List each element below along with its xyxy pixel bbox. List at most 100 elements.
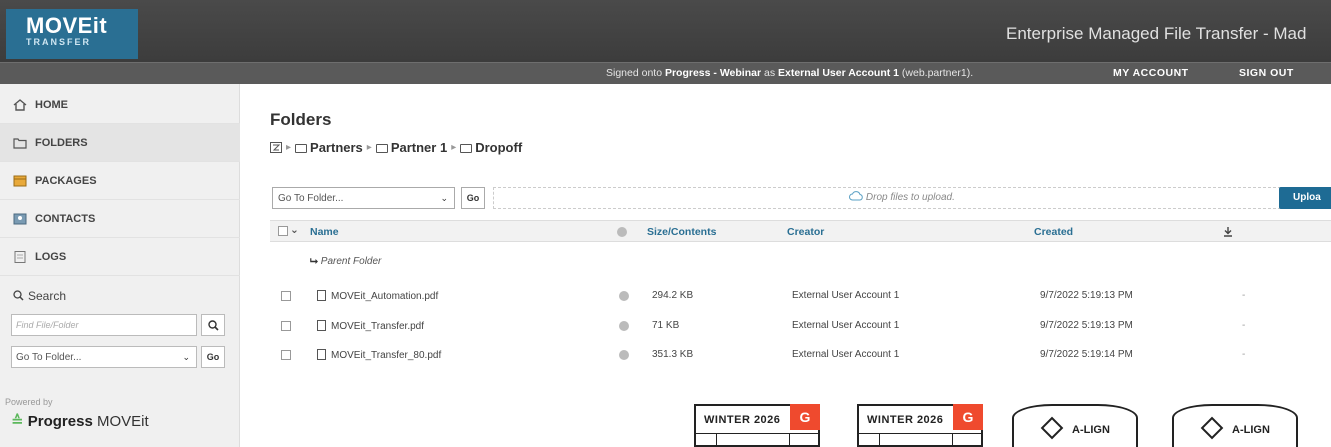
row-checkbox[interactable] bbox=[281, 350, 291, 360]
breadcrumb-separator: ▸ bbox=[366, 142, 372, 153]
file-creator[interactable]: External User Account 1 bbox=[792, 290, 899, 301]
chevron-down-icon[interactable]: ⌄ bbox=[290, 224, 299, 236]
file-name-link[interactable]: MOVEit_Transfer_80.pdf bbox=[317, 349, 441, 361]
sidebar: HOME FOLDERS PACKAGES CONTACTS LOGS Sear… bbox=[0, 84, 240, 447]
a-lign-badge: A-LIGN bbox=[1012, 404, 1138, 447]
column-creator[interactable]: Creator bbox=[787, 226, 824, 238]
row-checkbox[interactable] bbox=[281, 321, 291, 331]
file-size: 351.3 KB bbox=[652, 349, 694, 360]
parent-folder-link[interactable]: ⮡ Parent Folder bbox=[310, 256, 381, 267]
progress-moveit-logo: ≙ Progress MOVEit bbox=[11, 413, 149, 430]
logo-sub-text: TRANSFER bbox=[26, 37, 91, 47]
file-creator[interactable]: External User Account 1 bbox=[792, 320, 899, 331]
sidebar-item-packages[interactable]: PACKAGES bbox=[0, 162, 240, 200]
badge-brand: A-LIGN bbox=[1072, 424, 1110, 436]
go-button[interactable]: Go bbox=[201, 346, 225, 368]
download-count: - bbox=[1242, 320, 1246, 331]
status-column-icon bbox=[617, 227, 627, 237]
file-creator[interactable]: External User Account 1 bbox=[792, 349, 899, 360]
sidebar-item-logs[interactable]: LOGS bbox=[0, 238, 240, 276]
sidebar-item-home[interactable]: HOME bbox=[0, 86, 240, 124]
download-count: - bbox=[1242, 349, 1246, 360]
top-header: MOVEit TRANSFER Enterprise Managed File … bbox=[0, 0, 1331, 62]
column-name[interactable]: Name bbox=[310, 226, 339, 238]
g2-badge: WINTER 2026 G bbox=[694, 404, 820, 447]
breadcrumb: ▸ Partners ▸ Partner 1 ▸ Dropoff bbox=[270, 140, 522, 155]
breadcrumb-item-dropoff[interactable]: Dropoff bbox=[460, 140, 522, 155]
breadcrumb-item-partner-1[interactable]: Partner 1 bbox=[375, 140, 447, 155]
contacts-icon bbox=[13, 213, 27, 224]
goto-folder-select-main[interactable]: Go To Folder... ⌄ bbox=[272, 187, 455, 209]
badge-season: WINTER 2026 bbox=[867, 414, 944, 426]
parent-folder-row[interactable]: ⮡ Parent Folder bbox=[270, 249, 1331, 277]
file-name-link[interactable]: MOVEit_Transfer.pdf bbox=[317, 320, 424, 332]
powered-by-text: Powered by bbox=[5, 397, 53, 407]
folder-icon bbox=[375, 144, 388, 154]
breadcrumb-separator: ▸ bbox=[451, 142, 457, 153]
sidebar-item-label: FOLDERS bbox=[35, 136, 88, 149]
sidebar-item-label: CONTACTS bbox=[35, 212, 96, 225]
file-created: 9/7/2022 5:19:13 PM bbox=[1040, 290, 1133, 301]
document-icon bbox=[317, 349, 326, 360]
package-icon bbox=[13, 175, 27, 186]
table-row[interactable]: MOVEit_Transfer_80.pdf 351.3 KB External… bbox=[270, 340, 1331, 370]
sidebar-item-label: HOME bbox=[35, 98, 68, 111]
search-icon bbox=[13, 290, 24, 301]
upload-button[interactable]: Uploa bbox=[1279, 187, 1331, 209]
drop-upload-zone[interactable]: Drop files to upload. bbox=[493, 187, 1311, 209]
upload-cloud-icon bbox=[849, 191, 863, 201]
g2-badge: WINTER 2026 G bbox=[857, 404, 983, 447]
badge-season: WINTER 2026 bbox=[704, 414, 781, 426]
moveit-logo[interactable]: MOVEit TRANSFER bbox=[6, 9, 138, 59]
go-button-main[interactable]: Go bbox=[461, 187, 485, 209]
table-row[interactable]: MOVEit_Transfer.pdf 71 KB External User … bbox=[270, 311, 1331, 341]
file-created: 9/7/2022 5:19:14 PM bbox=[1040, 349, 1133, 360]
file-created: 9/7/2022 5:19:13 PM bbox=[1040, 320, 1133, 331]
breadcrumb-item-partners[interactable]: Partners bbox=[295, 140, 363, 155]
download-count: - bbox=[1242, 290, 1246, 301]
logs-icon bbox=[14, 250, 26, 263]
row-checkbox[interactable] bbox=[281, 291, 291, 301]
table-row[interactable]: MOVEit_Automation.pdf 294.2 KB External … bbox=[270, 281, 1331, 311]
home-icon bbox=[13, 98, 27, 111]
app-title: Enterprise Managed File Transfer - Mad bbox=[1006, 24, 1307, 43]
breadcrumb-separator: ▸ bbox=[286, 142, 292, 153]
search-label: Search bbox=[13, 289, 66, 303]
chevron-down-icon: ⌄ bbox=[182, 352, 190, 362]
progress-mark-icon: ≙ bbox=[11, 413, 24, 430]
up-arrow-icon: ⮡ bbox=[310, 256, 318, 267]
folder-icon bbox=[295, 144, 308, 154]
g2-logo-icon: G bbox=[953, 404, 983, 430]
search-button[interactable] bbox=[201, 314, 225, 336]
root-folder-icon[interactable] bbox=[270, 142, 282, 153]
goto-folder-select[interactable]: Go To Folder... ⌄ bbox=[11, 346, 197, 368]
a-lign-badge: A-LIGN bbox=[1172, 404, 1298, 447]
search-input[interactable]: Find File/Folder bbox=[11, 314, 197, 336]
status-ok-icon bbox=[619, 291, 629, 301]
a-lign-logo-icon bbox=[1200, 416, 1224, 440]
logo-main-text: MOVEit bbox=[26, 13, 108, 38]
download-icon bbox=[1224, 227, 1232, 237]
status-ok-icon bbox=[619, 321, 629, 331]
badge-brand: A-LIGN bbox=[1232, 424, 1270, 436]
a-lign-logo-icon bbox=[1040, 416, 1064, 440]
sign-out-link[interactable]: SIGN OUT bbox=[1239, 67, 1294, 79]
g2-logo-icon: G bbox=[790, 404, 820, 430]
search-icon bbox=[207, 319, 219, 331]
folder-icon bbox=[13, 137, 27, 149]
sidebar-item-label: LOGS bbox=[35, 250, 67, 263]
column-size[interactable]: Size/Contents bbox=[647, 226, 716, 238]
select-all-checkbox[interactable] bbox=[278, 226, 288, 236]
folder-icon bbox=[460, 144, 473, 154]
file-name-link[interactable]: MOVEit_Automation.pdf bbox=[317, 290, 438, 302]
sidebar-item-folders[interactable]: FOLDERS bbox=[0, 124, 240, 162]
my-account-link[interactable]: MY ACCOUNT bbox=[1113, 67, 1189, 79]
chevron-down-icon: ⌄ bbox=[440, 193, 448, 203]
column-created[interactable]: Created bbox=[1034, 226, 1073, 238]
file-table-header: ⌄ Name Size/Contents Creator Created bbox=[270, 220, 1331, 242]
file-size: 294.2 KB bbox=[652, 290, 694, 301]
sidebar-item-label: PACKAGES bbox=[35, 174, 97, 187]
document-icon bbox=[317, 290, 326, 301]
sidebar-item-contacts[interactable]: CONTACTS bbox=[0, 200, 240, 238]
page-title: Folders bbox=[270, 110, 332, 129]
